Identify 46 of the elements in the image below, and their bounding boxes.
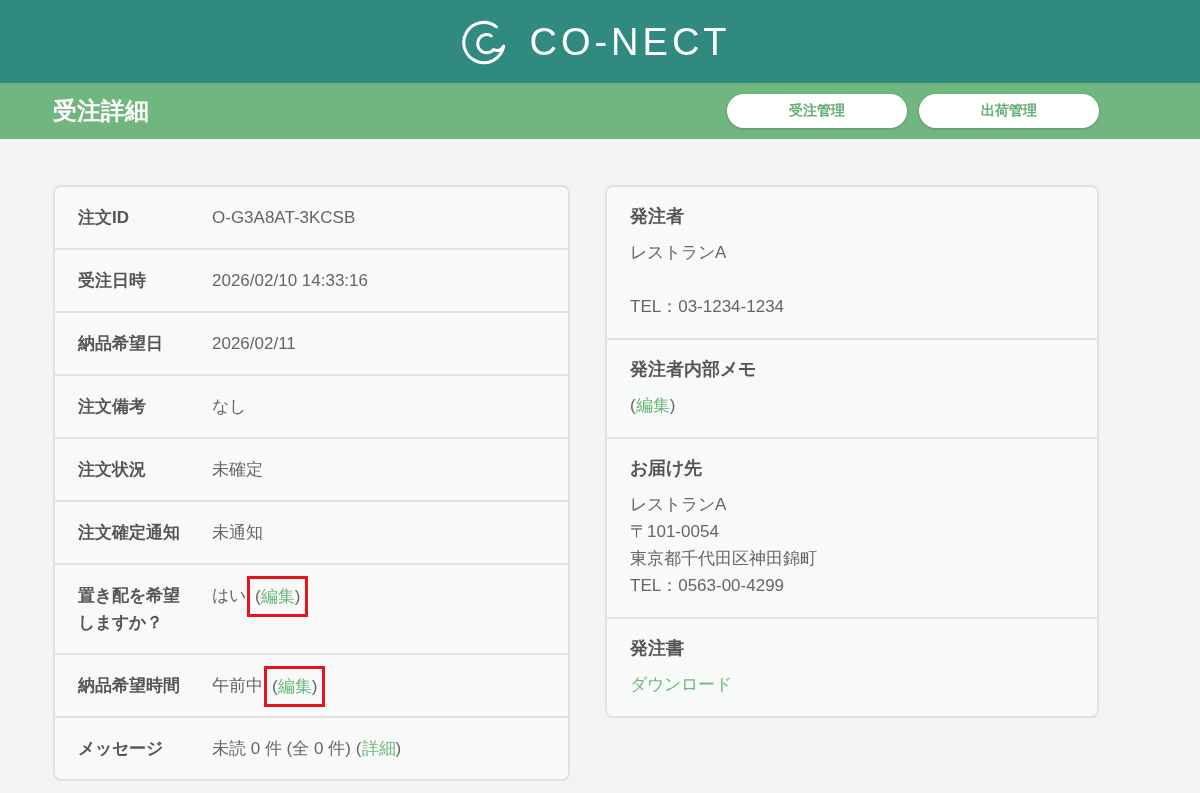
bracket-text: ( xyxy=(630,396,636,415)
text-link[interactable]: 編集 xyxy=(260,587,295,606)
info-text: 東京都千代田区神田錦町 xyxy=(630,548,818,570)
field-label: メッセージ xyxy=(78,738,164,760)
section-title: 発注者 xyxy=(630,205,685,228)
field-value: 午前中 xyxy=(212,676,263,695)
text-link[interactable]: 編集 xyxy=(635,396,670,415)
field-label: 注文ID xyxy=(78,207,130,229)
nav-button[interactable]: 受注管理 xyxy=(727,94,907,128)
field-label: 注文確定通知 xyxy=(78,522,181,544)
field-value: 未読 0 件 (全 0 件) xyxy=(212,739,351,758)
field-value: なし xyxy=(212,397,246,416)
info-text: TEL：0563-00-4299 xyxy=(630,575,786,597)
bracket-text: ) xyxy=(311,677,318,696)
nav-button[interactable]: 出荷管理 xyxy=(919,94,1099,128)
bracket-text: ( xyxy=(255,587,261,606)
bracket-text: ( xyxy=(355,739,362,758)
text-link[interactable]: 詳細 xyxy=(361,739,396,758)
field-value: O-G3A8AT-3KCSB xyxy=(212,208,356,227)
info-text: 〒101-0054 xyxy=(630,521,720,543)
logo-text: CO-NECT xyxy=(529,19,731,65)
field-label: 注文備考 xyxy=(78,396,147,418)
page-title: 受注詳細 xyxy=(53,96,149,126)
text-link[interactable]: ダウンロード xyxy=(630,675,732,694)
field-label: 注文状況 xyxy=(78,459,147,481)
bracket-text: ) xyxy=(669,396,676,415)
info-text: TEL：03-1234-1234 xyxy=(630,296,786,318)
field-label: 納品希望時間 xyxy=(78,675,181,697)
info-text: レストランA xyxy=(630,494,728,516)
field-label: 受注日時 xyxy=(78,270,147,292)
bracket-text: ) xyxy=(294,587,301,606)
field-value: 未通知 xyxy=(212,523,263,542)
section-title: 発注書 xyxy=(630,637,685,660)
section-title: お届け先 xyxy=(630,457,703,480)
bracket-text: ( xyxy=(272,677,278,696)
field-value: 2026/02/11 xyxy=(212,334,296,353)
text-link[interactable]: 編集 xyxy=(277,677,312,696)
field-value: 未確定 xyxy=(212,460,263,479)
field-value: 2026/02/10 14:33:16 xyxy=(212,271,368,290)
info-text: レストランA xyxy=(630,242,728,264)
bracket-text: ) xyxy=(395,739,402,758)
field-value: はい xyxy=(212,586,246,605)
section-title: 発注者内部メモ xyxy=(630,358,757,381)
field-label: 置き配を希望しますか？ xyxy=(78,585,181,634)
field-label: 納品希望日 xyxy=(78,333,164,355)
logo-icon xyxy=(461,18,508,65)
